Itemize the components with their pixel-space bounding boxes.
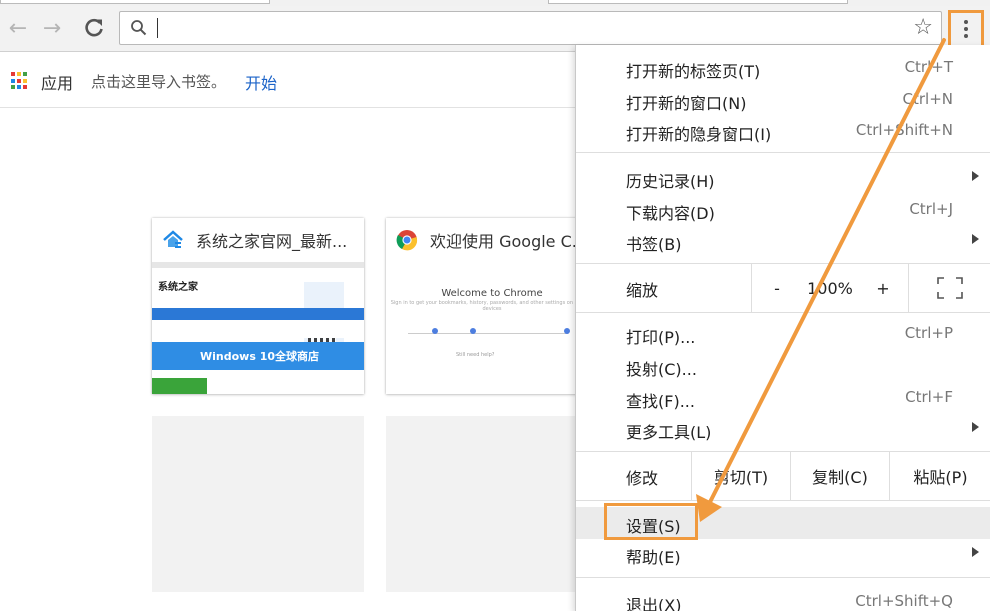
menu-item-label: 查找(F)... <box>626 392 695 411</box>
menu-item-exit[interactable]: 退出(X) Ctrl+Shift+Q <box>576 586 990 611</box>
tile-title: 系统之家官网_最新... <box>196 232 348 251</box>
menu-separator <box>576 152 990 153</box>
menu-item-label: 投射(C)... <box>626 360 697 379</box>
menu-item-bookmarks[interactable]: 书签(B) <box>576 225 990 257</box>
zoom-out-button[interactable]: - <box>752 264 802 312</box>
submenu-arrow-icon <box>972 171 979 181</box>
menu-separator <box>576 500 990 501</box>
menu-item-more-tools[interactable]: 更多工具(L) <box>576 413 990 445</box>
welcome-heading: Welcome to Chrome <box>441 288 543 299</box>
site-logo: 系统之家 <box>158 282 198 293</box>
menu-shortcut: Ctrl+J <box>909 200 953 218</box>
menu-shortcut: Ctrl+Shift+N <box>855 121 953 139</box>
menu-item-history[interactable]: 历史记录(H) <box>576 162 990 194</box>
menu-item-label: 打开新的标签页(T) <box>626 62 761 81</box>
browser-window: ← → ☆ 应用 点击这里导入书签。 开始 系统之家官网_最新... 系统之家 … <box>0 0 990 611</box>
menu-zoom-row: 缩放 - 100% + <box>576 264 990 312</box>
menu-item-incognito[interactable]: 打开新的隐身窗口(I) Ctrl+Shift+N <box>576 115 990 147</box>
welcome-step-dot <box>564 328 570 334</box>
menu-separator <box>576 312 990 313</box>
site-green-block <box>152 378 207 394</box>
welcome-subtitle: Sign in to get your bookmarks, history, … <box>390 300 594 312</box>
zoom-in-button[interactable]: + <box>858 264 908 312</box>
omnibox[interactable]: ☆ <box>119 11 942 45</box>
most-visited-tile[interactable]: 欢迎使用 Google C... Welcome to Chrome Sign … <box>386 218 598 394</box>
submenu-arrow-icon <box>972 234 979 244</box>
tile-thumbnail: Welcome to Chrome Sign in to get your bo… <box>386 262 598 394</box>
site-links <box>152 320 364 338</box>
menu-shortcut: Ctrl+Shift+Q <box>855 592 953 610</box>
settings-highlight-box <box>604 503 698 540</box>
edit-label: 修改 <box>626 469 659 488</box>
cut-button[interactable]: 剪切(T) <box>692 452 790 500</box>
menu-item-label: 打开新的窗口(N) <box>626 94 747 113</box>
kebab-menu-icon[interactable] <box>948 10 984 48</box>
omnibox-input[interactable] <box>156 16 896 40</box>
menu-edit-row: 修改 剪切(T) 复制(C) 粘贴(P) <box>576 452 990 500</box>
menu-item-find[interactable]: 查找(F)... Ctrl+F <box>576 382 990 414</box>
reload-glyph <box>85 18 103 37</box>
back-arrow-icon[interactable]: ← <box>4 14 32 42</box>
menu-item-label: 退出(X) <box>626 596 682 611</box>
empty-tile <box>386 416 576 592</box>
tile-title-bar: 欢迎使用 Google C... <box>386 218 598 262</box>
site-banner-text: Windows 10全球商店 <box>200 350 320 363</box>
menu-shortcut: Ctrl+T <box>904 58 953 76</box>
fullscreen-button[interactable] <box>909 264 990 312</box>
reload-icon[interactable] <box>80 14 108 42</box>
menu-separator <box>576 577 990 578</box>
site-favicon-icon <box>163 230 183 248</box>
fullscreen-icon <box>937 277 963 299</box>
most-visited-tile[interactable]: 系统之家官网_最新... 系统之家 Windows 10全球商店 <box>152 218 364 394</box>
import-bookmarks-text: 点击这里导入书签。 <box>91 73 227 91</box>
menu-item-downloads[interactable]: 下载内容(D) Ctrl+J <box>576 194 990 226</box>
submenu-arrow-icon <box>972 422 979 432</box>
menu-shortcut: Ctrl+F <box>905 388 953 406</box>
welcome-step-dot <box>432 328 438 334</box>
tile-title: 欢迎使用 Google C... <box>430 232 588 251</box>
menu-shortcut: Ctrl+P <box>904 324 953 342</box>
menu-item-label: 打印(P)... <box>626 328 696 347</box>
menu-item-label: 打开新的隐身窗口(I) <box>626 125 772 144</box>
empty-tile <box>152 416 364 592</box>
submenu-arrow-icon <box>972 547 979 557</box>
menu-item-new-tab[interactable]: 打开新的标签页(T) Ctrl+T <box>576 52 990 84</box>
star-icon[interactable]: ☆ <box>913 16 933 40</box>
menu-item-print[interactable]: 打印(P)... Ctrl+P <box>576 318 990 350</box>
search-icon <box>131 20 147 36</box>
welcome-step-dot <box>470 328 476 334</box>
zoom-level: 100% <box>807 278 853 298</box>
menu-item-label: 更多工具(L) <box>626 423 712 442</box>
tab[interactable] <box>548 0 848 4</box>
zoom-label: 缩放 <box>626 281 659 300</box>
copy-button[interactable]: 复制(C) <box>791 452 889 500</box>
apps-shortcut[interactable]: 应用 <box>41 70 73 94</box>
welcome-help: Still need help? <box>456 352 495 358</box>
tile-thumbnail: 系统之家 Windows 10全球商店 <box>152 262 364 394</box>
menu-item-label: 书签(B) <box>626 235 682 254</box>
menu-item-help[interactable]: 帮助(E) <box>576 538 990 570</box>
text-caret <box>157 18 158 38</box>
site-nav <box>152 308 364 320</box>
paste-button[interactable]: 粘贴(P) <box>890 452 990 500</box>
import-start-link[interactable]: 开始 <box>245 70 277 94</box>
menu-item-label: 历史记录(H) <box>626 172 715 191</box>
site-topbar <box>152 262 364 268</box>
chrome-favicon-icon <box>396 230 418 251</box>
apps-grid-icon[interactable] <box>11 72 29 90</box>
menu-item-cast[interactable]: 投射(C)... <box>576 350 990 382</box>
menu-item-new-window[interactable]: 打开新的窗口(N) Ctrl+N <box>576 84 990 116</box>
tab[interactable] <box>0 0 270 4</box>
menu-item-label: 帮助(E) <box>626 548 681 567</box>
forward-arrow-icon[interactable]: → <box>38 14 66 42</box>
menu-item-label: 下载内容(D) <box>626 204 715 223</box>
tile-title-bar: 系统之家官网_最新... <box>152 218 364 262</box>
menu-shortcut: Ctrl+N <box>902 90 953 108</box>
